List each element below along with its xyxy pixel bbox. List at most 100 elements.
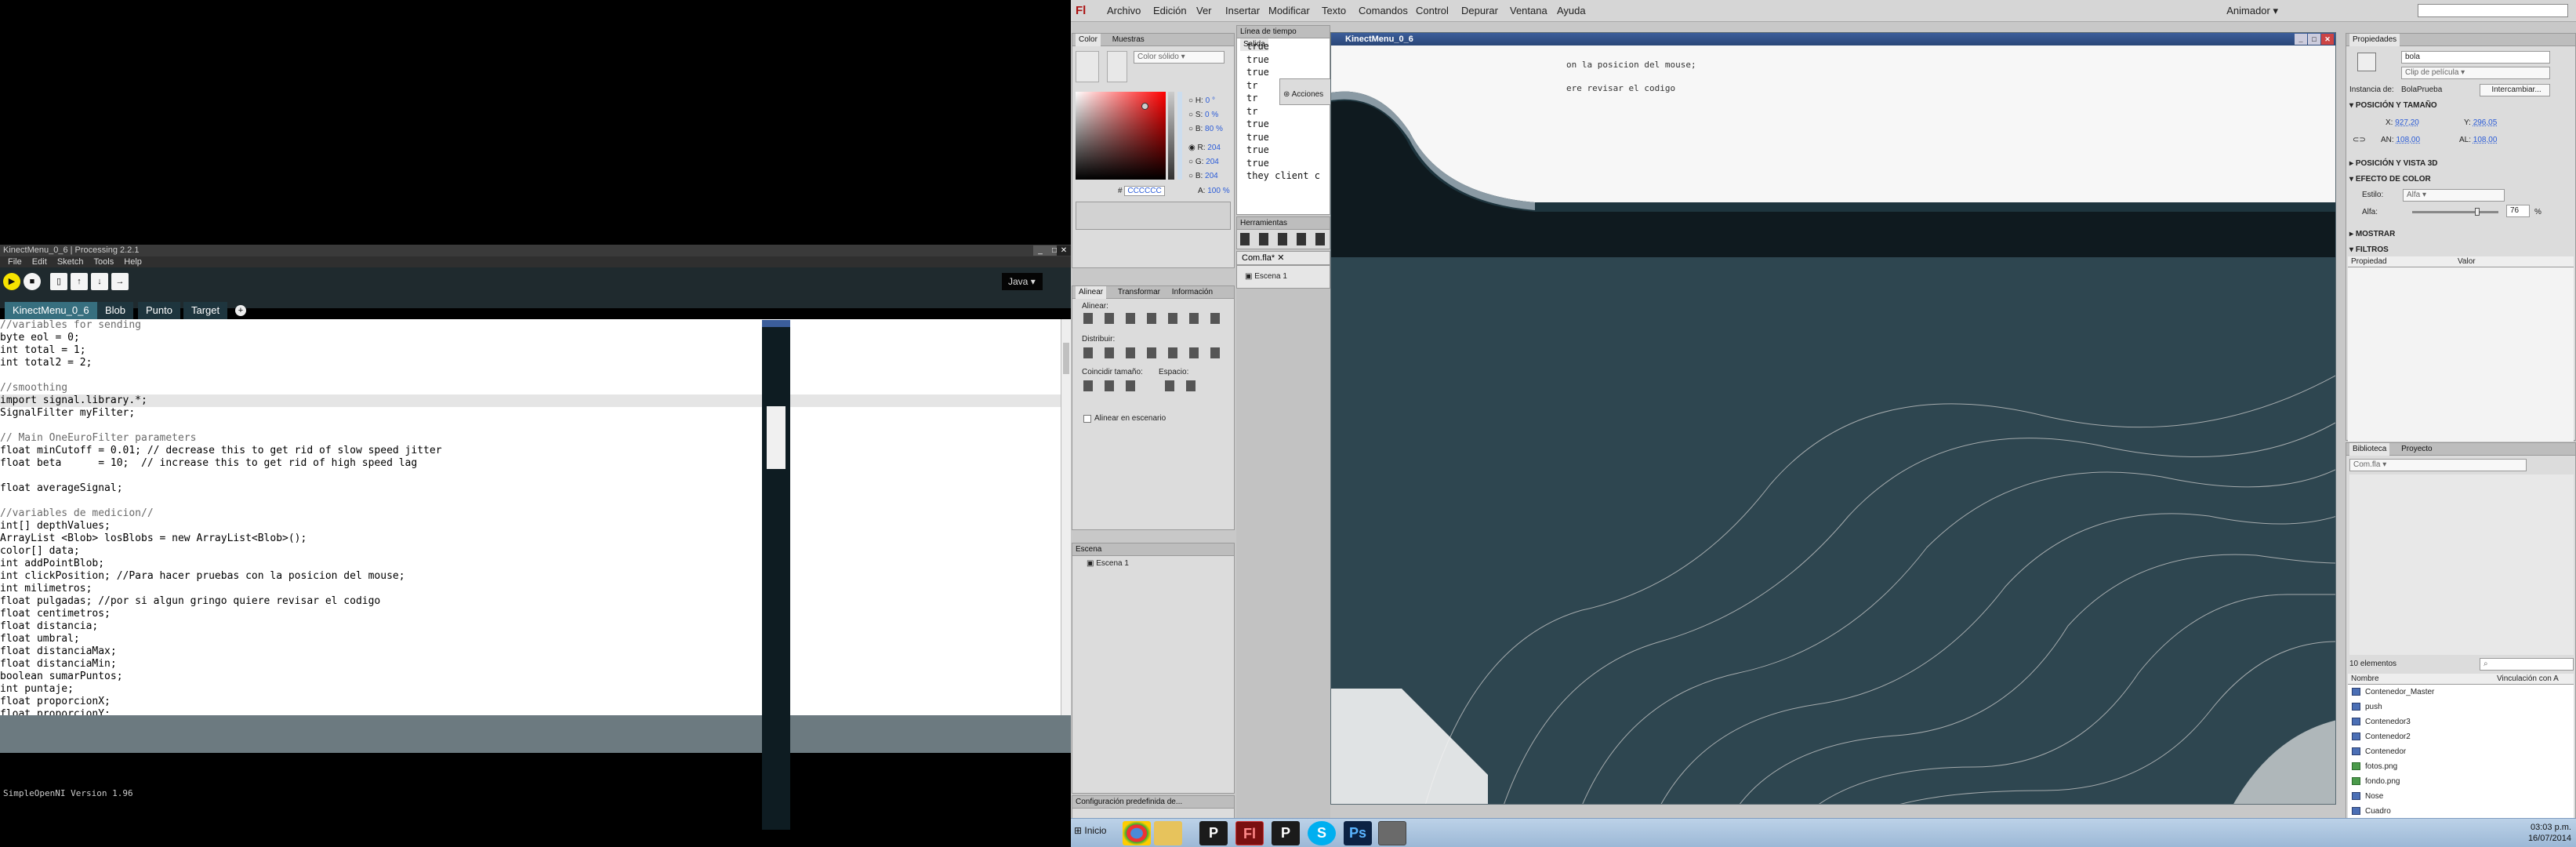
doc-tab[interactable]: Com.fla* ✕ [1236,251,1330,265]
tab-transformar[interactable]: Transformar [1118,286,1160,299]
library-item[interactable]: fondo.png [2348,774,2574,789]
color-type-select[interactable]: Color sólido ▾ [1134,51,1225,64]
library-item[interactable]: Contenedor2 [2348,729,2574,744]
library-search-input[interactable]: ⌕ [2480,658,2574,671]
tab-biblioteca[interactable]: Biblioteca [2349,443,2390,456]
scene-item[interactable]: ▣ Escena 1 [1087,559,1129,568]
menu-control[interactable]: Control [1416,0,1449,22]
y-value[interactable]: 296,05 [2473,118,2498,127]
sketch-window[interactable] [762,320,790,830]
tab-timeline[interactable]: Línea de tiempo [1240,26,1297,38]
kinect-minimize-button[interactable]: _ [2295,34,2307,45]
match-size-buttons[interactable] [1083,380,1146,391]
tab-punto[interactable]: Punto [138,302,180,319]
save-button[interactable]: ↓ [91,273,108,290]
symbol-type-select[interactable]: Clip de película ▾ [2401,67,2550,79]
close-button[interactable]: ✕ [1057,245,1071,256]
open-button[interactable]: ↑ [71,273,88,290]
help-search-input[interactable] [2418,4,2568,17]
tool-icons[interactable] [1240,233,1326,245]
color-swatch-boxes[interactable] [1107,51,1127,82]
w-value[interactable]: 108,00 [2396,136,2420,144]
library-item[interactable]: Nose [2348,789,2574,804]
section-position-size[interactable]: ▾ POSICIÓN Y TAMAÑO [2349,101,2437,110]
processing-icon-2[interactable]: P [1272,821,1300,845]
menu-ayuda[interactable]: Ayuda [1557,0,1586,22]
tab-blob[interactable]: Blob [97,302,134,319]
stage-area[interactable] [1236,289,1330,830]
x-value[interactable]: 927,20 [2395,118,2419,127]
library-item[interactable]: Cuadro [2348,804,2574,819]
library-item[interactable]: push [2348,700,2574,714]
flash-icon[interactable]: Fl [1235,821,1264,845]
tab-proyecto[interactable]: Proyecto [2401,443,2432,456]
editor-scrollbar[interactable] [1061,319,1071,715]
brightness-slider[interactable] [1168,92,1174,180]
clock[interactable]: 03:03 p.m. 16/07/2014 [2528,822,2571,844]
h-size-value[interactable]: 108,00 [2473,136,2498,144]
menu-depurar[interactable]: Depurar [1461,0,1498,22]
section-color-effect[interactable]: ▾ EFECTO DE COLOR [2349,175,2431,184]
export-button[interactable]: → [111,273,129,290]
menu-help[interactable]: Help [124,256,142,267]
scene-crumb[interactable]: ▣ Escena 1 [1245,272,1287,281]
tab-muestras[interactable]: Muestras [1112,34,1145,46]
g-value[interactable]: 204 [1206,158,1219,166]
processing-icon[interactable]: P [1199,821,1228,845]
space-buttons[interactable] [1165,380,1204,391]
tab-color[interactable]: Color [1076,34,1101,46]
menu-comandos[interactable]: Comandos [1359,0,1408,22]
kinect-close-button[interactable]: ✕ [2321,34,2334,45]
kinect-sketch-window[interactable]: KinectMenu_0_6 _ □ ✕ on la posicion del … [1330,32,2336,805]
b-value[interactable]: 80 % [1205,125,1223,133]
menu-edicion[interactable]: Edición [1153,0,1187,22]
menu-texto[interactable]: Texto [1322,0,1346,22]
skype-icon[interactable]: S [1308,821,1336,845]
hue-slider[interactable] [1177,92,1182,180]
kinect-maximize-button[interactable]: □ [2308,34,2320,45]
workspace-selector[interactable]: Animador ▾ [2226,0,2278,22]
new-tab-button[interactable]: + [235,305,246,316]
swap-button[interactable]: Intercambiar... [2480,84,2550,96]
alpha-slider[interactable] [2412,208,2498,216]
menu-ventana[interactable]: Ventana [1510,0,1547,22]
library-file-select[interactable]: Com.fla ▾ [2349,459,2527,471]
menu-file[interactable]: File [8,256,22,267]
code-editor[interactable]: //variables for sending byte eol = 0; int … [0,319,1061,715]
b2-value[interactable]: 204 [1205,172,1218,180]
s-value[interactable]: 0 % [1205,111,1218,119]
menu-modificar[interactable]: Modificar [1268,0,1310,22]
tab-informacion[interactable]: Información [1172,286,1213,299]
hex-value[interactable]: CCCCCC [1124,186,1165,196]
tab-target[interactable]: Target [183,302,228,319]
instance-name-input[interactable]: bola [2401,51,2550,64]
tab-propiedades[interactable]: Propiedades [2349,34,2400,46]
style-select[interactable]: Alfa ▾ [2403,189,2505,202]
menu-insertar[interactable]: Insertar [1225,0,1260,22]
align-buttons[interactable] [1083,313,1225,324]
section-mostrar[interactable]: ▸ MOSTRAR [2349,230,2395,238]
start-button[interactable]: ⊞ Inicio [1074,825,1106,836]
distribute-buttons[interactable] [1083,347,1225,358]
chrome-icon[interactable] [1123,821,1151,845]
library-item[interactable]: Contenedor_Master [2348,685,2574,700]
tab-kinectmenu[interactable]: KinectMenu_0_6 [5,302,97,319]
alpha-input[interactable]: 76 [2506,205,2530,217]
explorer-icon[interactable] [1154,821,1182,845]
section-3d[interactable]: ▸ POSICIÓN Y VISTA 3D [2349,159,2437,168]
section-filtros[interactable]: ▾ FILTROS [2349,245,2389,254]
run-button[interactable]: ▶ [3,273,20,290]
actions-label[interactable]: ⊛ Acciones [1283,90,1323,99]
alpha-value[interactable]: 100 % [1207,187,1229,195]
library-item[interactable]: fotos.png [2348,759,2574,774]
h-value[interactable]: 0 ° [1206,96,1215,105]
tab-alinear[interactable]: Alinear [1076,286,1107,299]
menu-ver[interactable]: Ver [1196,0,1212,22]
menu-archivo[interactable]: Archivo [1107,0,1141,22]
minimize-button[interactable]: _ [1033,245,1047,256]
stroke-fill-tools[interactable] [1076,51,1099,82]
library-item[interactable]: Contenedor [2348,744,2574,759]
menu-sketch[interactable]: Sketch [57,256,84,267]
new-button[interactable]: ▯ [50,273,67,290]
mode-selector[interactable]: Java ▾ [1002,273,1043,290]
